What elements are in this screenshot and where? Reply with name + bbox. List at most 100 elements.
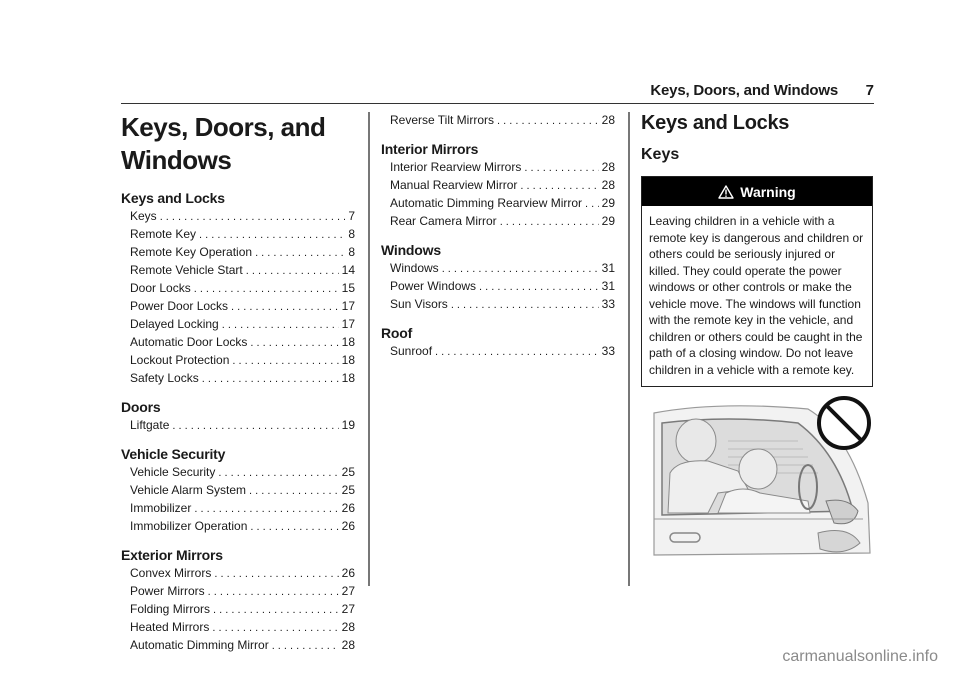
toc-leader-dots	[451, 297, 599, 314]
toc-entry[interactable]: Interior Rearview Mirrors 28	[390, 159, 615, 177]
toc-entry-page: 14	[341, 263, 355, 277]
toc-entry[interactable]: Convex Mirrors 26	[130, 565, 355, 583]
toc-leader-dots	[160, 209, 346, 226]
toc-entry-label: Folding Mirrors	[130, 602, 211, 616]
toc-entry-page: 28	[601, 160, 615, 174]
toc-section-heading[interactable]: Windows	[381, 241, 615, 259]
toc-sections: Keys and LocksKeys7Remote Key8Remote Key…	[121, 189, 355, 655]
toc-entry[interactable]: Immobilizer 26	[130, 500, 355, 518]
toc-list: Windows 31 Power Windows 31 Sun Visors 33	[381, 260, 615, 314]
toc-section-heading[interactable]: Interior Mirrors	[381, 140, 615, 158]
toc-entry-label: Windows	[390, 261, 439, 275]
illustration-children-in-vehicle	[648, 393, 872, 565]
toc-leader-dots	[194, 501, 338, 518]
toc-entry[interactable]: Reverse Tilt Mirrors 28	[390, 112, 615, 130]
toc-entry-page: 8	[348, 245, 355, 259]
toc-entry[interactable]: Rear Camera Mirror 29	[390, 213, 615, 231]
toc-leader-dots	[246, 263, 339, 280]
toc-list: Vehicle Security 25 Vehicle Alarm System 25…	[121, 464, 355, 536]
toc-entry-page: 18	[341, 335, 355, 349]
toc-entry[interactable]: Manual Rearview Mirror 28	[390, 177, 615, 195]
toc-leader-dots	[585, 196, 599, 213]
toc-list: Keys7Remote Key8Remote Key Operation8Rem…	[121, 208, 355, 388]
toc-leader-dots	[172, 418, 338, 435]
toc-entry-page: 26	[341, 519, 355, 533]
toc-entry-page: 17	[341, 317, 355, 331]
toc-entry-label: Keys	[130, 209, 157, 223]
toc-entry[interactable]: Sunroof 33	[390, 343, 615, 361]
toc-entry-page: 29	[601, 196, 615, 210]
toc-entry-page: 7	[348, 209, 355, 223]
toc-entry[interactable]: Lockout Protection 18	[130, 352, 355, 370]
watermark: carmanualsonline.info	[782, 648, 938, 665]
toc-section-heading[interactable]: Keys and Locks	[121, 189, 355, 207]
toc-entry[interactable]: Door Locks 15	[130, 280, 355, 298]
toc-entry[interactable]: Delayed Locking 17	[130, 316, 355, 334]
toc-entry-page: 25	[341, 465, 355, 479]
toc-sections: Interior Mirrors Interior Rearview Mirror…	[381, 140, 615, 361]
toc-leader-dots	[231, 299, 339, 316]
toc-entry-page: 25	[341, 483, 355, 497]
toc-entry[interactable]: Safety Locks 18	[130, 370, 355, 388]
toc-section-heading[interactable]: Vehicle Security	[121, 445, 355, 463]
toc-entry-label: Heated Mirrors	[130, 620, 210, 634]
toc-entry[interactable]: Remote Vehicle Start 14	[130, 262, 355, 280]
toc-leader-dots	[222, 317, 339, 334]
toc-entry-label: Power Door Locks	[130, 299, 229, 313]
toc-entry-label: Power Mirrors	[130, 584, 205, 598]
toc-entry-label: Immobilizer	[130, 501, 192, 515]
toc-section-heading[interactable]: Exterior Mirrors	[121, 546, 355, 564]
toc-entry-page: 15	[341, 281, 355, 295]
toc-section-heading[interactable]: Doors	[121, 398, 355, 416]
toc-list: Convex Mirrors26Power Mirrors27Folding M…	[121, 565, 355, 655]
toc-entry[interactable]: Immobilizer Operation 26	[130, 518, 355, 536]
toc-leader-dots	[442, 261, 599, 278]
toc-entry[interactable]: Power Mirrors 27	[130, 583, 355, 601]
toc-entry-label: Rear Camera Mirror	[390, 214, 497, 228]
toc-entry-label: Reverse Tilt Mirrors	[390, 113, 495, 127]
toc-entry[interactable]: Heated Mirrors 28	[130, 619, 355, 637]
warning-text: Leaving children in a vehicle with a rem…	[649, 214, 864, 377]
toc-entry[interactable]: Folding Mirrors 27	[130, 601, 355, 619]
toc-entry-label: Manual Rearview Mirror	[390, 178, 518, 192]
toc-entry-label: Remote Key	[130, 227, 197, 241]
toc-entry-page: 26	[341, 566, 355, 580]
toc-entry[interactable]: Liftgate 19	[130, 417, 355, 435]
toc-leader-dots	[218, 465, 338, 482]
toc-entry[interactable]: Vehicle Security 25	[130, 464, 355, 482]
toc-entry-label: Delayed Locking	[130, 317, 219, 331]
toc-leader-dots	[250, 335, 338, 352]
toc-entry-page: 19	[341, 418, 355, 432]
toc-entry[interactable]: Remote Key 8	[130, 226, 355, 244]
toc-leader-dots	[208, 584, 339, 601]
prohibition-sign-icon	[817, 396, 871, 450]
toc-entry-page: 28	[341, 620, 355, 634]
toc-section-heading[interactable]: Roof	[381, 324, 615, 342]
toc-entry[interactable]: Vehicle Alarm System 25	[130, 482, 355, 500]
page-number: 7	[865, 82, 874, 99]
toc-leader-dots	[202, 371, 339, 388]
toc-entry[interactable]: Windows 31	[390, 260, 615, 278]
toc-entry[interactable]: Sun Visors 33	[390, 296, 615, 314]
running-header: Keys, Doors, and Windows 7	[121, 82, 874, 104]
toc-entry[interactable]: Automatic Door Locks 18	[130, 334, 355, 352]
toc-leader-dots	[524, 160, 598, 177]
toc-leader-dots	[249, 483, 339, 500]
toc-list: Interior Rearview Mirrors28Manual Rearvi…	[381, 159, 615, 231]
toc-entry-page: 31	[601, 261, 615, 275]
toc-entry[interactable]: Keys 7	[130, 208, 355, 226]
toc-entry[interactable]: Automatic Dimming Rearview Mirror 29	[390, 195, 615, 213]
toc-entry-page: 27	[341, 602, 355, 616]
toc-entry[interactable]: Remote Key Operation 8	[130, 244, 355, 262]
toc-entry[interactable]: Power Windows 31	[390, 278, 615, 296]
toc-entry-label: Automatic Door Locks	[130, 335, 248, 349]
toc-leader-dots	[250, 519, 338, 536]
toc-entry-page: 26	[341, 501, 355, 515]
toc-entry-label: Door Locks	[130, 281, 191, 295]
toc-leader-dots	[194, 281, 339, 298]
toc-leader-dots	[214, 566, 338, 583]
toc-entry[interactable]: Power Door Locks 17	[130, 298, 355, 316]
toc-entry-page: 33	[601, 344, 615, 358]
toc-entry[interactable]: Automatic Dimming Mirror 28	[130, 637, 355, 655]
toc-entry-label: Vehicle Security	[130, 465, 216, 479]
